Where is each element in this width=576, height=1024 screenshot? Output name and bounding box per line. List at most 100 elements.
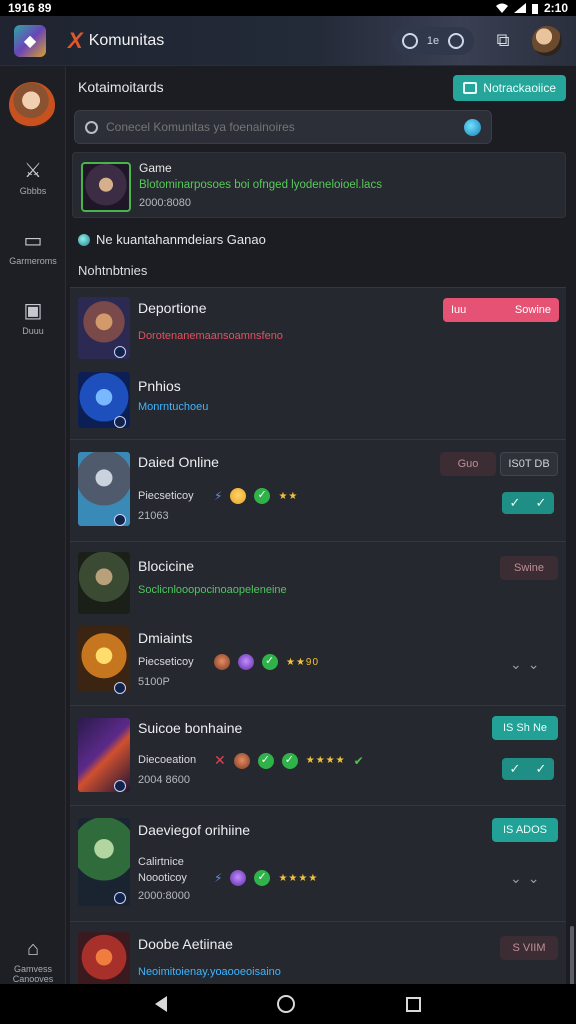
scrollbar[interactable] [570,926,574,984]
community-subtitle: Soclicnlooopocinoaopeleneine [138,584,287,596]
chevron-down-icon[interactable]: ⌄⌄ [510,870,545,887]
gem-icon [230,870,247,886]
status-tag-right: Sowine [514,304,551,316]
app-header: ◆ X Komunitas 1e ⧉ [0,16,576,66]
community-subtitle-2: Noooticoy [138,872,187,884]
plus-square-icon [463,82,478,94]
game-thumbnail [81,162,131,212]
sidebar-item-chat[interactable]: ▭ Garmeroms [0,228,66,266]
system-navbar [0,984,576,1024]
main-content: Kotaimoitards Notrackaoiice Game Blotomi… [66,66,576,984]
status-time: 1916 89 [8,1,52,15]
status-tag[interactable]: Guo [440,452,496,476]
pill-text: 1e [426,34,440,47]
featured-game-card[interactable]: Game Blotominarposoes boi ofnged lyodene… [72,152,566,218]
reaction-row: ★★90 [214,654,319,670]
gem-icon [238,654,254,670]
game-description: Blotominarposoes boi ofnged lyodeneloioe… [139,179,382,191]
status-tag[interactable]: Swine [500,556,558,580]
join-toggle[interactable]: ✓ ✓ [502,758,554,780]
trophy-icon: ⚔ [24,160,42,182]
wifi-icon [495,3,508,13]
signal-icon [513,3,526,13]
community-thumbnail [78,932,130,984]
game-title: Game [139,161,172,175]
community-meta: 5100P [138,676,170,688]
new-community-button[interactable]: Notrackaoiice [453,75,566,101]
stars-icon: ★★★★ [278,872,319,884]
community-title: Daied Online [138,454,219,470]
status-tag[interactable]: IS Sh Ne [492,716,558,740]
sidebar-avatar[interactable] [9,82,55,128]
brand: X Komunitas [68,28,164,54]
status-tag[interactable]: S VIIM [500,936,558,960]
community-card[interactable]: Doobe Aetiinae Neoimitoienay.yoaooeoisai… [70,921,566,984]
header-pill[interactable]: 1e [392,26,474,55]
community-card[interactable]: Daeviegof orihiine Calirtnice Noooticoy … [70,805,566,921]
recents-icon[interactable] [405,996,421,1012]
status-tag[interactable]: Iuu Sowine [443,298,559,322]
chevron-down-icon[interactable]: ⌄⌄ [510,656,545,673]
sidebar-item-label: Gamvess Canooves [12,964,54,984]
check-icon [281,752,298,769]
cross-icon: ✕ [214,752,226,768]
reaction-row: ✕ ★★★★ ✔ [214,752,364,769]
header-avatar[interactable] [532,25,562,56]
community-subtitle: Diecoeation [138,754,197,766]
fire-icon [214,654,230,670]
sidebar-item-store[interactable]: ▣ Duuu [0,298,66,336]
reaction-row: ⚡ ★★★★ [214,870,318,886]
stars-icon: ★★ [278,490,299,502]
community-card[interactable]: Deportione Dorotenanemaansoamnsfeno Iuu … [70,287,566,439]
status-tag-left: Iuu [451,304,467,316]
section-heading: Kotaimoitards [78,79,164,95]
game-count: 2000:8080 [139,197,191,209]
check-icon: ✓ [535,495,547,510]
back-icon[interactable] [155,996,168,1012]
notice-icon [78,233,90,246]
brand-mark: X [68,27,83,53]
status-tag[interactable]: IS0T DB [500,452,558,476]
store-icon: ▣ [23,300,43,322]
community-subtitle: Calirtnice [138,856,184,868]
status-tag[interactable]: IS ADOS [492,818,558,842]
sidebar: ⚔ Gbbbs ▭ Garmeroms ▣ Duuu ⌂ Gamvess Can… [0,66,66,984]
search-input[interactable] [106,120,456,134]
verified-badge-icon [114,416,126,428]
check-icon: ✓ [535,761,547,776]
face-icon [230,488,247,504]
community-meta: 2004 8600 [138,774,190,786]
leaf-icon: ✔ [353,753,364,768]
home-button-icon[interactable] [277,995,296,1013]
community-subtitle: Monrntuchoeu [138,401,209,413]
sidebar-item-home[interactable]: ⌂ Gamvess Canooves [0,938,66,984]
community-subtitle: Dorotenanemaansoamnsfeno [138,330,283,342]
check-icon: ✓ [509,761,521,776]
community-title: Pnhios [138,378,181,394]
search-bar[interactable] [74,110,492,144]
community-card[interactable]: Blocicine Soclicnlooopocinoaopeleneine S… [70,541,566,705]
check-icon [257,752,274,769]
community-subtitle: Piecseticoy [138,490,194,502]
app-logo[interactable]: ◆ [14,24,46,57]
verified-badge-icon [114,892,126,904]
list-section-title: Nohtnbtnies [78,263,148,278]
sidebar-item-label: Duuu [22,326,44,336]
community-card[interactable]: Suicoe bonhaine Diecoeation ✕ ★★★★ ✔ 200… [70,705,566,805]
globe-icon[interactable] [464,118,481,136]
settings-icon [447,32,464,49]
community-title: Deportione [138,300,207,316]
join-toggle[interactable]: ✓ ✓ [502,492,554,514]
lightning-icon: ⚡ [214,871,223,885]
bookmark-icon[interactable]: ⧉ [492,30,514,52]
check-icon [254,488,271,504]
community-title: Daeviegof orihiine [138,822,251,838]
check-icon [262,654,278,670]
check-icon: ✓ [509,495,521,510]
sidebar-item-trophy[interactable]: ⚔ Gbbbs [0,158,66,196]
status-bar: 1916 89 2:10 [0,0,576,16]
community-card[interactable]: Daied Online Piecseticoy ⚡ ★★ 21063 Guo … [70,439,566,541]
community-title: Blocicine [138,558,195,574]
home-icon: ⌂ [26,938,40,960]
reaction-row: ⚡ ★★ [214,488,298,504]
